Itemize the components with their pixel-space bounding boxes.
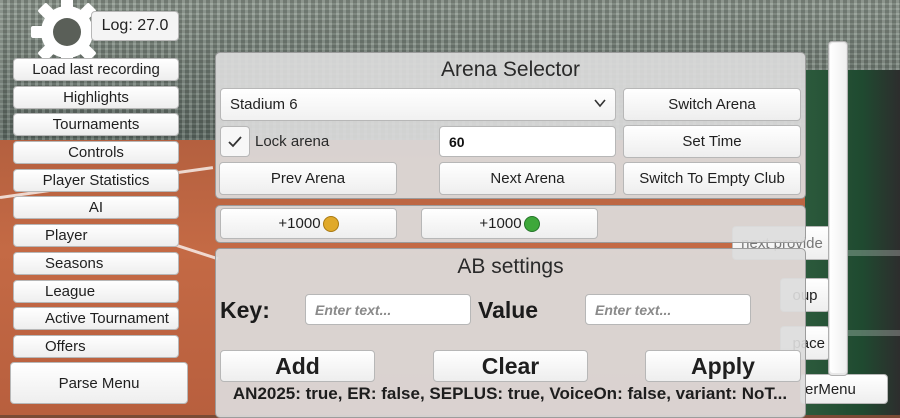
lock-arena-checkbox[interactable] [220,126,250,157]
chevron-down-icon [594,99,606,108]
key-input-placeholder: Enter text... [315,301,392,318]
switch-to-empty-club-label: Switch To Empty Club [639,170,785,187]
ab-settings-title: AB settings [457,255,564,278]
player-menu-button[interactable]: erMenu [800,374,888,404]
sidebar-item-label: Seasons [45,255,104,272]
sidebar-item-player[interactable]: Player [13,224,179,247]
sidebar-item-label: Highlights [63,89,129,106]
add-coins-label: +1000 [278,215,321,232]
prev-arena-button[interactable]: Prev Arena [219,162,397,195]
sidebar-item-active-tournament[interactable]: Active Tournament [13,307,179,330]
sidebar-item-tournaments[interactable]: Tournaments [13,113,179,136]
ab-settings-info: AN2025: true, ER: false, SEPLUS: true, V… [232,384,788,403]
sidebar-item-seasons[interactable]: Seasons [13,252,179,275]
log-display: Log: 27.0 [91,11,179,41]
parse-menu-label: Parse Menu [58,374,140,392]
apply-button[interactable]: Apply [645,350,801,382]
sidebar-item-label: AI [88,199,104,216]
switch-arena-button[interactable]: Switch Arena [623,88,801,121]
add-gems-button[interactable]: +1000 [421,208,598,239]
gem-icon [523,215,540,232]
sidebar-item-offers[interactable]: Offers [13,335,179,358]
scrollbar-thumb[interactable] [830,43,846,373]
checkmark-icon [228,135,242,147]
stadium-dropdown-value: Stadium 6 [230,96,298,113]
key-input[interactable]: Enter text... [305,294,471,325]
add-gems-label: +1000 [479,215,522,232]
value-input-placeholder: Enter text... [595,301,672,318]
parse-menu-button[interactable]: Parse Menu [10,362,188,404]
prev-arena-label: Prev Arena [270,170,346,187]
sidebar-item-label: Controls [68,144,124,161]
sidebar-item-player-statistics[interactable]: Player Statistics [13,169,179,192]
add-label: Add [275,352,320,379]
clear-label: Clear [481,352,540,379]
time-input-value: 60 [449,133,465,150]
set-time-button[interactable]: Set Time [623,125,801,158]
sidebar-item-ai[interactable]: AI [13,196,179,219]
sidebar-item-highlights[interactable]: Highlights [13,86,179,109]
switch-arena-label: Switch Arena [668,96,756,113]
coin-icon [322,215,339,232]
apply-label: Apply [691,352,755,379]
sidebar-item-load-last-recording[interactable]: Load last recording [13,58,179,81]
add-coins-button[interactable]: +1000 [220,208,397,239]
sidebar-item-label: Load last recording [32,61,160,78]
time-input[interactable]: 60 [439,126,616,157]
sidebar-item-label: Offers [45,338,86,355]
clear-button[interactable]: Clear [433,350,588,382]
key-label: Key: [220,297,270,323]
log-text: Log: 27.0 [101,17,169,34]
sidebar-item-label: Active Tournament [45,310,169,327]
lock-arena-label: Lock arena [255,133,330,150]
switch-to-empty-club-button[interactable]: Switch To Empty Club [623,162,801,195]
sidebar-item-league[interactable]: League [13,280,179,303]
sidebar-item-label: Player Statistics [42,172,150,189]
sidebar-item-label: Tournaments [52,116,140,133]
sidebar-item-label: Player [45,227,88,244]
add-button[interactable]: Add [220,350,375,382]
vertical-scrollbar[interactable] [828,41,848,376]
sidebar-item-controls[interactable]: Controls [13,141,179,164]
value-label: Value [478,297,539,323]
arena-selector-title: Arena Selector [441,58,580,81]
stadium-dropdown[interactable]: Stadium 6 [220,88,616,121]
next-arena-label: Next Arena [490,170,565,187]
sidebar-item-label: League [45,283,96,300]
set-time-label: Set Time [682,133,742,150]
value-input[interactable]: Enter text... [585,294,751,325]
next-arena-button[interactable]: Next Arena [439,162,616,195]
player-menu-label: erMenu [805,380,856,398]
